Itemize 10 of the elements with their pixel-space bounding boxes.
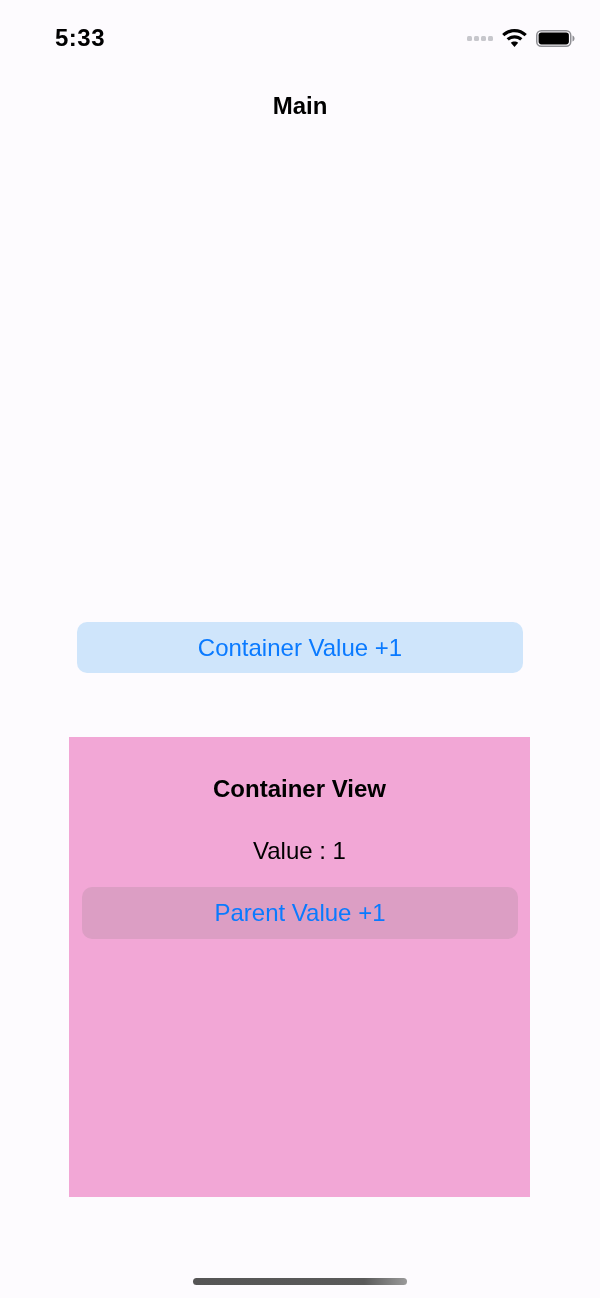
value-label: Value : 1 [252,836,347,866]
parent-value-button[interactable]: Parent Value +1 [82,887,518,939]
wifi-icon [502,29,527,47]
battery-icon [536,29,575,47]
status-time: 5:33 [55,26,106,50]
navigation-title: Main [272,91,328,121]
container-view-title: Container View [212,774,387,804]
signal-dots-icon [467,35,493,41]
container-value-button[interactable]: Container Value +1 [77,622,523,673]
home-indicator[interactable] [193,1278,407,1285]
